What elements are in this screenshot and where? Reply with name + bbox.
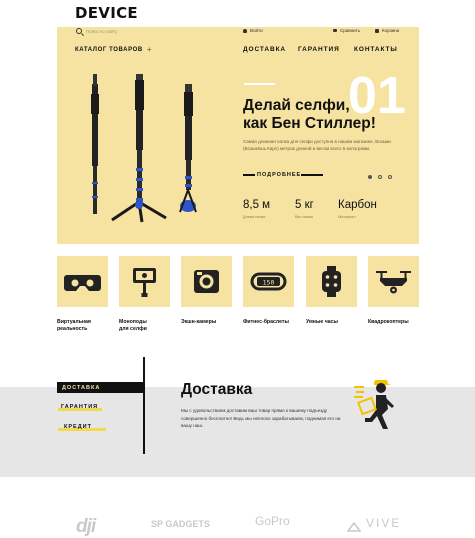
category-tile-monopods[interactable] bbox=[119, 256, 170, 307]
drone-icon bbox=[376, 271, 411, 294]
fitness-band-icon: 150 bbox=[250, 272, 287, 291]
search-input[interactable] bbox=[86, 26, 206, 36]
brand-sp-gadgets[interactable]: SP GADGETS bbox=[151, 519, 210, 529]
smartwatch-icon bbox=[322, 266, 341, 297]
stat-weight-value: 5 кг bbox=[295, 199, 314, 211]
monopod-phone-icon bbox=[133, 268, 156, 297]
hero-description: Самая длинная палка для селфи доступна в… bbox=[243, 139, 391, 151]
vive-logo-icon bbox=[346, 519, 362, 532]
headline-line-2: как Бен Стиллер! bbox=[243, 115, 376, 132]
category-label-line-1: Моноподы bbox=[119, 319, 147, 325]
stat-length-label: Длина палки bbox=[243, 215, 266, 219]
decorative-line bbox=[244, 83, 275, 85]
vr-headset-icon bbox=[64, 275, 101, 291]
slider-dot-1[interactable] bbox=[368, 175, 372, 179]
category-tile-drones[interactable] bbox=[368, 256, 419, 307]
more-button[interactable]: ПОДРОБНЕЕ bbox=[243, 170, 323, 179]
slider-dot-3[interactable] bbox=[388, 175, 392, 179]
login-label: Войти bbox=[250, 28, 263, 33]
user-icon bbox=[243, 28, 247, 33]
category-label-line-2: для селфи bbox=[119, 326, 147, 332]
category-label-monopods[interactable]: Моноподы для селфи bbox=[119, 319, 147, 333]
brand-vive[interactable]: VIVE bbox=[366, 516, 401, 530]
tab-warranty[interactable]: ГАРАНТИЯ bbox=[61, 404, 98, 410]
plus-icon: + bbox=[146, 45, 153, 54]
stat-length-value: 8,5 м bbox=[243, 199, 271, 211]
tab-delivery[interactable]: ДОСТАВКА bbox=[57, 382, 143, 393]
headline-line-1: Делай селфи, bbox=[243, 97, 350, 114]
catalog-menu[interactable]: КАТАЛОГ ТОВАРОВ + bbox=[75, 45, 152, 54]
category-label-line-1: Виртуальная bbox=[57, 319, 91, 325]
services-background bbox=[0, 387, 475, 477]
compare-link[interactable]: Сравнить bbox=[333, 28, 360, 33]
services-title: Доставка bbox=[181, 381, 253, 398]
catalog-label: КАТАЛОГ ТОВАРОВ bbox=[75, 46, 143, 53]
category-label-fitness[interactable]: Фитнес-браслеты bbox=[243, 319, 289, 326]
nav-delivery[interactable]: ДОСТАВКА bbox=[243, 46, 286, 53]
stat-material-label: Материал bbox=[338, 215, 356, 219]
compare-icon bbox=[333, 29, 337, 32]
search-icon[interactable] bbox=[76, 28, 82, 34]
category-label-action-cams[interactable]: Экшн-камеры bbox=[181, 319, 216, 326]
category-tile-fitness[interactable]: 150 bbox=[243, 256, 294, 307]
nav-contacts[interactable]: КОНТАКТЫ bbox=[354, 46, 398, 53]
action-camera-icon bbox=[194, 270, 219, 293]
stat-weight-label: Вес палки bbox=[295, 215, 313, 219]
tab-credit[interactable]: КРЕДИТ bbox=[64, 424, 92, 430]
login-link[interactable]: Войти bbox=[243, 28, 263, 33]
more-button-label: ПОДРОБНЕЕ bbox=[257, 171, 302, 178]
courier-icon bbox=[354, 380, 394, 429]
brand-gopro[interactable]: GoPro bbox=[255, 514, 290, 528]
nav-warranty[interactable]: ГАРАНТИЯ bbox=[298, 46, 340, 53]
cart-label: Корзина bbox=[382, 28, 400, 33]
category-label-line-2: реальность bbox=[57, 326, 88, 332]
category-tile-action-cams[interactable] bbox=[181, 256, 232, 307]
logo[interactable]: DEVICE bbox=[75, 4, 138, 22]
fitness-display: 150 bbox=[263, 279, 275, 287]
category-label-drones[interactable]: Квадрокоптеры bbox=[368, 319, 409, 326]
brand-dji[interactable]: dji bbox=[76, 516, 96, 538]
monopod-product-image bbox=[91, 74, 197, 223]
category-label-vr[interactable]: Виртуальная реальность bbox=[57, 319, 91, 333]
services-divider bbox=[143, 357, 145, 454]
compare-label: Сравнить bbox=[340, 28, 361, 33]
services-text: Мы с удовольствием доставим ваш товар пр… bbox=[181, 408, 341, 428]
category-tile-smartwatch[interactable] bbox=[306, 256, 357, 307]
stat-material-value: Карбон bbox=[338, 199, 377, 211]
category-label-smartwatch[interactable]: Умные часы bbox=[306, 319, 338, 326]
cart-icon bbox=[375, 28, 379, 33]
cart-link[interactable]: Корзина bbox=[375, 28, 399, 33]
slider-dot-2[interactable] bbox=[378, 175, 382, 179]
hero-headline: Делай селфи, как Бен Стиллер! bbox=[243, 97, 423, 133]
category-tile-vr[interactable] bbox=[57, 256, 108, 307]
